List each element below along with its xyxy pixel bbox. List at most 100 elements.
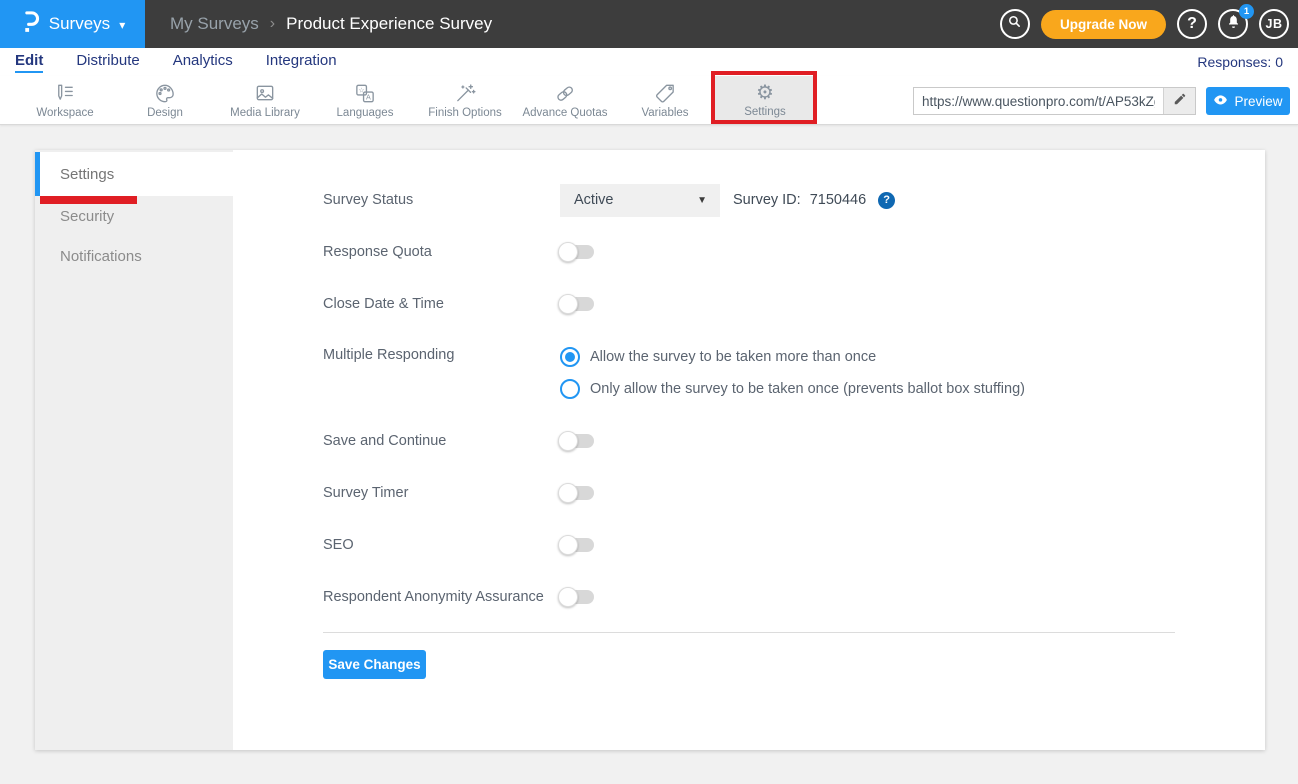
notification-count-badge: 1 [1239, 4, 1254, 19]
toolbar-item-finish-options[interactable]: Finish Options [415, 76, 515, 124]
top-header: Surveys ▾ My Surveys › Product Experienc… [0, 0, 1298, 48]
palette-icon [153, 82, 177, 105]
survey-status-dropdown[interactable]: Active ▼ [560, 184, 720, 217]
breadcrumb-my-surveys[interactable]: My Surveys [170, 14, 259, 34]
notifications-wrap: 1 [1218, 9, 1248, 39]
image-icon [253, 82, 277, 105]
breadcrumb-separator-icon: › [270, 15, 275, 33]
toggle-knob [558, 535, 578, 555]
bell-icon [1226, 14, 1241, 34]
chain-link-icon [553, 82, 577, 105]
radio-selected-icon [560, 347, 580, 367]
survey-status-row: Survey Status Active ▼ Survey ID: 715044… [323, 174, 1175, 226]
survey-id-value: 7150446 [810, 192, 866, 208]
survey-id-label: Survey ID: [733, 192, 801, 208]
seo-row: SEO [323, 519, 1175, 571]
active-section-indicator [35, 152, 40, 196]
close-date-time-label: Close Date & Time [323, 296, 560, 312]
upgrade-now-button[interactable]: Upgrade Now [1041, 10, 1166, 39]
settings-panel: Settings Security Notifications Survey S… [35, 150, 1265, 750]
seo-toggle[interactable] [560, 538, 594, 552]
eye-icon [1213, 94, 1228, 109]
respondent-anonymity-row: Respondent Anonymity Assurance [323, 571, 1175, 623]
respondent-anonymity-label: Respondent Anonymity Assurance [323, 589, 560, 605]
avatar-initials: JB [1266, 17, 1283, 31]
survey-nav: Edit Distribute Analytics Integration Re… [0, 48, 1298, 76]
survey-id-help-icon[interactable]: ? [878, 192, 895, 209]
toolbar-item-design[interactable]: Design [115, 76, 215, 124]
toggle-knob [558, 587, 578, 607]
radio-unselected-icon [560, 379, 580, 399]
toolbar-item-variables[interactable]: Variables [615, 76, 715, 124]
gear-icon: ⚙ [756, 82, 774, 104]
survey-id-group: Survey ID: 7150446 [733, 192, 866, 208]
avatar[interactable]: JB [1259, 9, 1289, 39]
search-button[interactable] [1000, 9, 1030, 39]
seo-label: SEO [323, 537, 560, 553]
survey-status-value: Active [574, 192, 614, 208]
preview-button[interactable]: Preview [1206, 87, 1290, 115]
sidebar-item-security[interactable]: Security [35, 196, 233, 236]
survey-timer-label: Survey Timer [323, 485, 560, 501]
toolbar-item-settings[interactable]: ⚙ Settings [715, 76, 815, 124]
tab-integration[interactable]: Integration [266, 52, 337, 73]
question-mark-icon: ? [1187, 15, 1197, 33]
survey-timer-toggle[interactable] [560, 486, 594, 500]
respondent-anonymity-toggle[interactable] [560, 590, 594, 604]
toolbar-item-advance-quotas[interactable]: Advance Quotas [515, 76, 615, 124]
header-actions: Upgrade Now ? 1 JB [1000, 9, 1298, 39]
tab-edit[interactable]: Edit [15, 52, 43, 73]
breadcrumb-current-survey: Product Experience Survey [286, 14, 492, 34]
breadcrumb: My Surveys › Product Experience Survey [170, 14, 492, 34]
settings-sidebar: Settings Security Notifications [35, 150, 233, 750]
magic-wand-icon [453, 82, 477, 105]
help-button[interactable]: ? [1177, 9, 1207, 39]
product-name: Surveys [49, 14, 110, 34]
toolbar-item-languages[interactable]: ☆ A Languages [315, 76, 415, 124]
survey-status-label: Survey Status [323, 192, 560, 208]
toggle-knob [558, 294, 578, 314]
sidebar-item-notifications[interactable]: Notifications [35, 236, 233, 276]
save-and-continue-toggle[interactable] [560, 434, 594, 448]
radio-option-only-once[interactable]: Only allow the survey to be taken once (… [560, 379, 1025, 399]
toggle-knob [558, 483, 578, 503]
settings-form: Survey Status Active ▼ Survey ID: 715044… [233, 150, 1265, 750]
chevron-down-icon: ▾ [119, 16, 125, 32]
response-quota-label: Response Quota [323, 244, 560, 260]
nav-tabs: Edit Distribute Analytics Integration [15, 52, 337, 73]
chevron-down-icon: ▼ [697, 195, 707, 206]
multiple-responding-row: Multiple Responding Allow the survey to … [323, 330, 1175, 415]
toggle-knob [558, 431, 578, 451]
toggle-knob [558, 242, 578, 262]
survey-timer-row: Survey Timer [323, 467, 1175, 519]
edit-toolbar: Workspace Design Media Library ☆ A La [0, 76, 1298, 125]
save-changes-button[interactable]: Save Changes [323, 650, 426, 679]
tag-icon [653, 82, 677, 105]
pencil-icon [1173, 92, 1187, 111]
search-icon [1006, 13, 1023, 35]
translate-icon: ☆ A [353, 82, 377, 105]
sidebar-item-settings[interactable]: Settings [35, 152, 233, 196]
survey-url-input[interactable] [914, 88, 1163, 114]
response-quota-toggle[interactable] [560, 245, 594, 259]
save-and-continue-row: Save and Continue [323, 415, 1175, 467]
svg-text:☆: ☆ [358, 86, 364, 94]
edit-url-button[interactable] [1163, 88, 1195, 114]
form-divider [323, 632, 1175, 633]
questionpro-logo-icon [20, 8, 40, 40]
toolbar-item-workspace[interactable]: Workspace [15, 76, 115, 124]
save-and-continue-label: Save and Continue [323, 433, 560, 449]
workspace-icon [53, 82, 77, 105]
survey-url-box [913, 87, 1196, 115]
multiple-responding-label: Multiple Responding [323, 347, 560, 363]
response-quota-row: Response Quota [323, 226, 1175, 278]
product-switcher[interactable]: Surveys ▾ [0, 0, 145, 48]
radio-option-allow-multiple[interactable]: Allow the survey to be taken more than o… [560, 347, 1025, 367]
close-date-time-toggle[interactable] [560, 297, 594, 311]
tab-analytics[interactable]: Analytics [173, 52, 233, 73]
multiple-responding-options: Allow the survey to be taken more than o… [560, 347, 1025, 399]
toolbar-item-media-library[interactable]: Media Library [215, 76, 315, 124]
responses-count: Responses: 0 [1197, 54, 1283, 70]
svg-text:A: A [366, 93, 371, 101]
tab-distribute[interactable]: Distribute [76, 52, 139, 73]
